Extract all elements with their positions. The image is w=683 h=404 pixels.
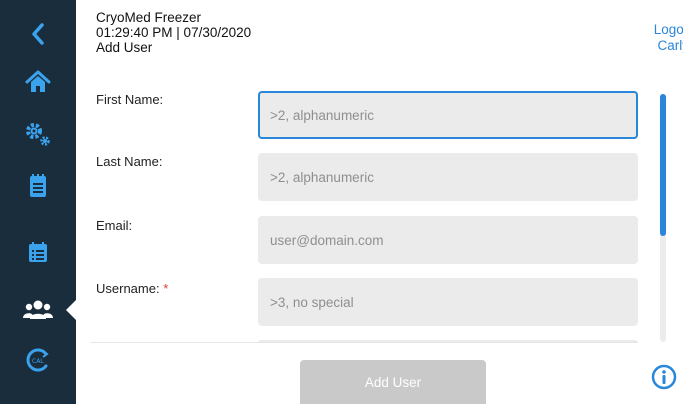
nav-calibration[interactable]: CAL: [0, 336, 76, 384]
chevron-left-icon: [32, 23, 44, 45]
clipboard-icon: [30, 174, 46, 197]
home-icon: [25, 70, 51, 92]
nav-settings[interactable]: [0, 110, 76, 158]
form-divider: [90, 342, 638, 343]
calendar-list-icon: [29, 242, 47, 262]
sidebar: CAL: [0, 0, 76, 404]
first-name-label: First Name:: [96, 92, 164, 107]
username-input[interactable]: [258, 278, 638, 326]
nav-logs[interactable]: [0, 162, 76, 210]
active-indicator: [66, 300, 76, 320]
nav-users[interactable]: [0, 286, 76, 334]
first-name-input[interactable]: [258, 91, 638, 139]
nav-schedule[interactable]: [0, 228, 76, 276]
logout-link[interactable]: Logout: [654, 22, 683, 37]
nav-home[interactable]: [0, 58, 76, 106]
svg-text:CAL: CAL: [32, 358, 44, 365]
header: CryoMed Freezer 01:29:40 PM | 07/30/2020…: [96, 10, 251, 55]
scrollbar-thumb[interactable]: [660, 94, 666, 236]
users-icon: [23, 300, 53, 319]
username-label: Username: *: [96, 281, 169, 296]
info-icon[interactable]: [651, 364, 677, 390]
email-input[interactable]: [258, 216, 638, 264]
scrollbar[interactable]: [660, 94, 666, 342]
last-name-label: Last Name:: [96, 154, 163, 169]
required-asterisk: *: [163, 281, 169, 296]
last-name-input[interactable]: [258, 153, 638, 201]
page-title: Add User: [96, 40, 153, 55]
calibration-icon: CAL: [26, 348, 49, 372]
user-area: Logout Carly: [640, 0, 683, 60]
email-label: Email:: [96, 218, 133, 233]
app-title: CryoMed Freezer: [96, 10, 202, 25]
current-user: Carly: [657, 38, 683, 53]
back-button[interactable]: [0, 10, 76, 58]
datetime: 01:29:40 PM | 07/30/2020: [96, 25, 252, 40]
add-user-button[interactable]: Add User: [300, 360, 486, 404]
gears-icon: [26, 123, 50, 146]
